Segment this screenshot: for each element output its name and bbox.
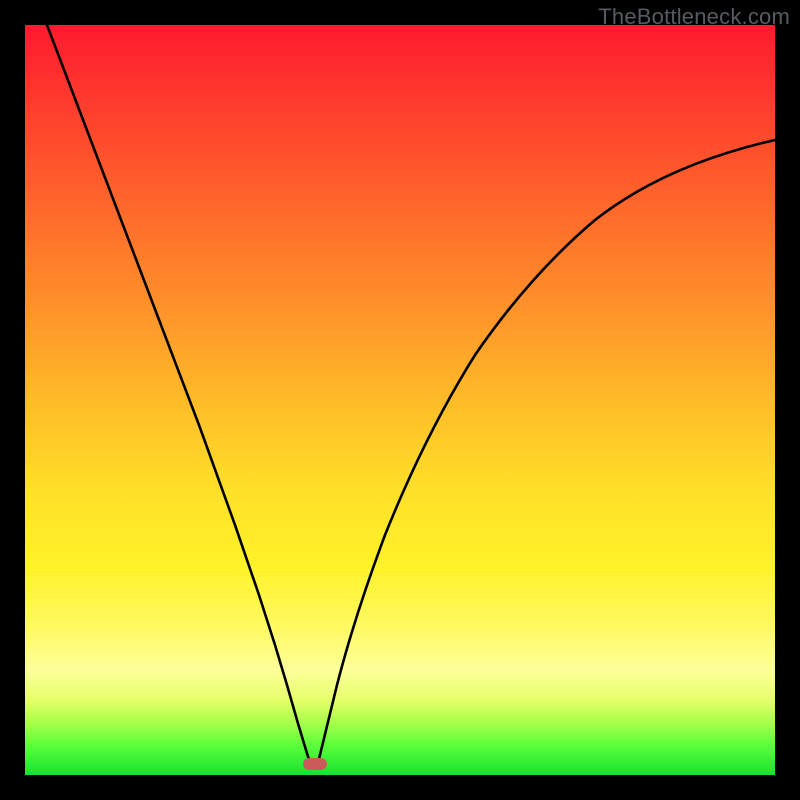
curve-right-branch [318,140,775,763]
curve-left-branch [47,25,310,763]
curve-layer [25,25,775,775]
watermark-text: TheBottleneck.com [598,4,790,30]
plot-area [25,25,775,775]
notch-marker [303,758,327,770]
chart-frame: TheBottleneck.com [0,0,800,800]
